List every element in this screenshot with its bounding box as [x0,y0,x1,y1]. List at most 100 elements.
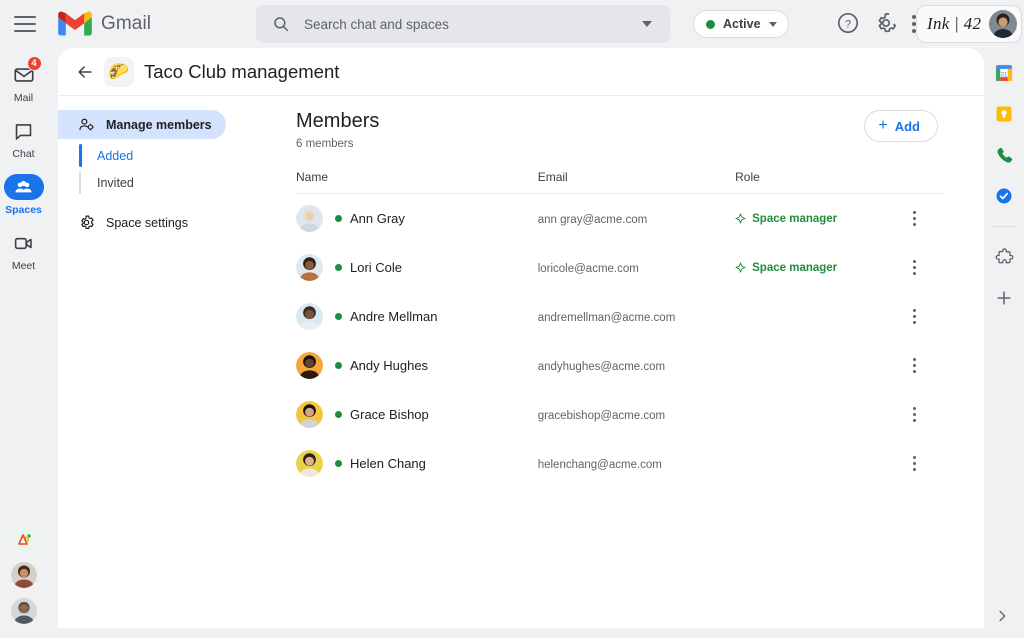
member-name-cell: Grace Bishop [296,390,538,439]
svg-text:31: 31 [1001,71,1008,78]
member-actions-cell [904,341,944,390]
expand-panel-button[interactable] [990,604,1014,628]
sidebar-item-added[interactable]: Added [58,142,238,169]
member-role-cell [735,390,904,439]
app-shortcut-icon[interactable] [11,526,37,552]
space-sidenav: Manage members Added Invited Space s [58,96,238,628]
avatar [296,303,323,330]
chevron-down-icon[interactable] [642,21,652,27]
member-name: Andre Mellman [350,309,437,324]
sidebar-item-mail[interactable]: 4 Mail [0,62,47,104]
sidebar-item-spaces[interactable]: Spaces [0,174,47,216]
addons-puzzle-icon[interactable] [993,246,1015,268]
avatar [296,254,323,281]
column-header-email: Email [538,170,735,194]
account-chip[interactable]: Ink | 42 [916,5,1022,43]
kebab-menu-icon[interactable] [904,358,924,373]
gear-icon [78,214,95,231]
brand-name: Gmail [101,13,151,35]
sidebar-item-manage-members[interactable]: Manage members [58,110,226,139]
user-avatar-1[interactable] [11,562,37,588]
sidebar-item-label: Spaces [5,204,42,216]
member-email: helenchang@acme.com [538,459,662,471]
search-input[interactable]: Search chat and spaces [304,17,642,32]
card-body: Manage members Added Invited Space s [58,96,984,628]
search-icon [272,15,290,33]
account-logo-text: Ink | 42 [927,14,981,34]
kebab-menu-icon[interactable] [904,456,924,471]
back-arrow-icon[interactable] [72,59,98,85]
space-management-card: 🌮 Taco Club management Manage members [58,48,984,628]
help-icon[interactable]: ? [836,11,860,40]
google-calendar-icon[interactable]: 31 [993,62,1015,84]
svg-text:?: ? [845,19,851,31]
table-header-row: Name Email Role [296,170,944,194]
avatar [296,352,323,379]
member-name-cell: Ann Gray [296,194,538,244]
member-email-cell: andyhughes@acme.com [538,341,735,390]
member-email-cell: helenchang@acme.com [538,439,735,488]
search-bar[interactable]: Search chat and spaces [256,5,670,43]
kebab-menu-icon[interactable] [904,407,924,422]
sidebar-item-invited[interactable]: Invited [58,169,238,196]
members-title: Members [296,110,944,133]
space-emoji-icon: 🌮 [104,57,134,87]
add-addon-icon[interactable] [993,287,1015,309]
member-name: Grace Bishop [350,407,429,422]
kebab-menu-icon[interactable] [904,211,924,226]
sidebar-item-label: Chat [12,148,34,160]
avatar [296,401,323,428]
member-email: andremellman@acme.com [538,312,676,324]
table-row[interactable]: Grace Bishop gracebishop@acme.com [296,390,944,439]
sidebar-item-label: Space settings [106,216,188,230]
presence-dot-icon [335,411,342,418]
member-email: gracebishop@acme.com [538,410,665,422]
sidenav-subitems: Added Invited [58,142,238,196]
gmail-brand[interactable]: Gmail [58,11,151,37]
kebab-menu-icon[interactable] [904,260,924,275]
table-row[interactable]: Lori Cole loricole@acme.com Space manage… [296,243,944,292]
member-role-cell: Space manager [735,194,904,244]
spaces-icon-wrap [4,174,44,200]
hamburger-icon[interactable] [14,16,36,32]
card-header: 🌮 Taco Club management [58,48,984,96]
table-row[interactable]: Helen Chang helenchang@acme.com [296,439,944,488]
sidebar-item-chat[interactable]: Chat [0,118,47,160]
presence-dot-icon [335,215,342,222]
rail-divider [993,226,1015,227]
chevron-down-icon [769,22,777,27]
member-role-cell [735,292,904,341]
member-actions-cell [904,194,944,244]
member-name: Andy Hughes [350,358,428,373]
google-keep-icon[interactable] [993,103,1015,125]
member-email-cell: andremellman@acme.com [538,292,735,341]
app-root: Gmail Search chat and spaces Active ? [0,0,1024,638]
table-row[interactable]: Andy Hughes andyhughes@acme.com [296,341,944,390]
avatar[interactable] [989,10,1017,38]
space-manager-diamond-icon [735,213,746,224]
table-row[interactable]: Ann Gray ann gray@acme.com Space manager [296,194,944,244]
column-header-name: Name [296,170,538,194]
kebab-menu-icon[interactable] [904,309,924,324]
spaces-icon [13,177,34,198]
member-name: Lori Cole [350,260,402,275]
status-button[interactable]: Active [693,10,789,38]
user-avatar-2[interactable] [11,598,37,624]
sidebar-item-label: Added [97,149,133,163]
member-email-cell: loricole@acme.com [538,243,735,292]
table-row[interactable]: Andre Mellman andremellman@acme.com [296,292,944,341]
add-member-button[interactable]: + Add [864,110,938,142]
google-voice-icon[interactable] [993,144,1015,166]
meet-camera-icon [13,233,34,254]
left-rail-bottom [0,526,47,624]
plus-icon: + [878,118,887,134]
add-button-label: Add [895,119,920,134]
member-role-cell [735,439,904,488]
sidebar-item-meet[interactable]: Meet [0,230,47,272]
top-bar: Gmail Search chat and spaces Active ? [0,0,1024,48]
gear-icon[interactable] [874,11,898,40]
members-table: Name Email Role Ann Gray [296,170,944,488]
google-tasks-icon[interactable] [993,185,1015,207]
sidebar-item-space-settings[interactable]: Space settings [58,208,238,237]
right-rail: 31 [984,48,1024,638]
